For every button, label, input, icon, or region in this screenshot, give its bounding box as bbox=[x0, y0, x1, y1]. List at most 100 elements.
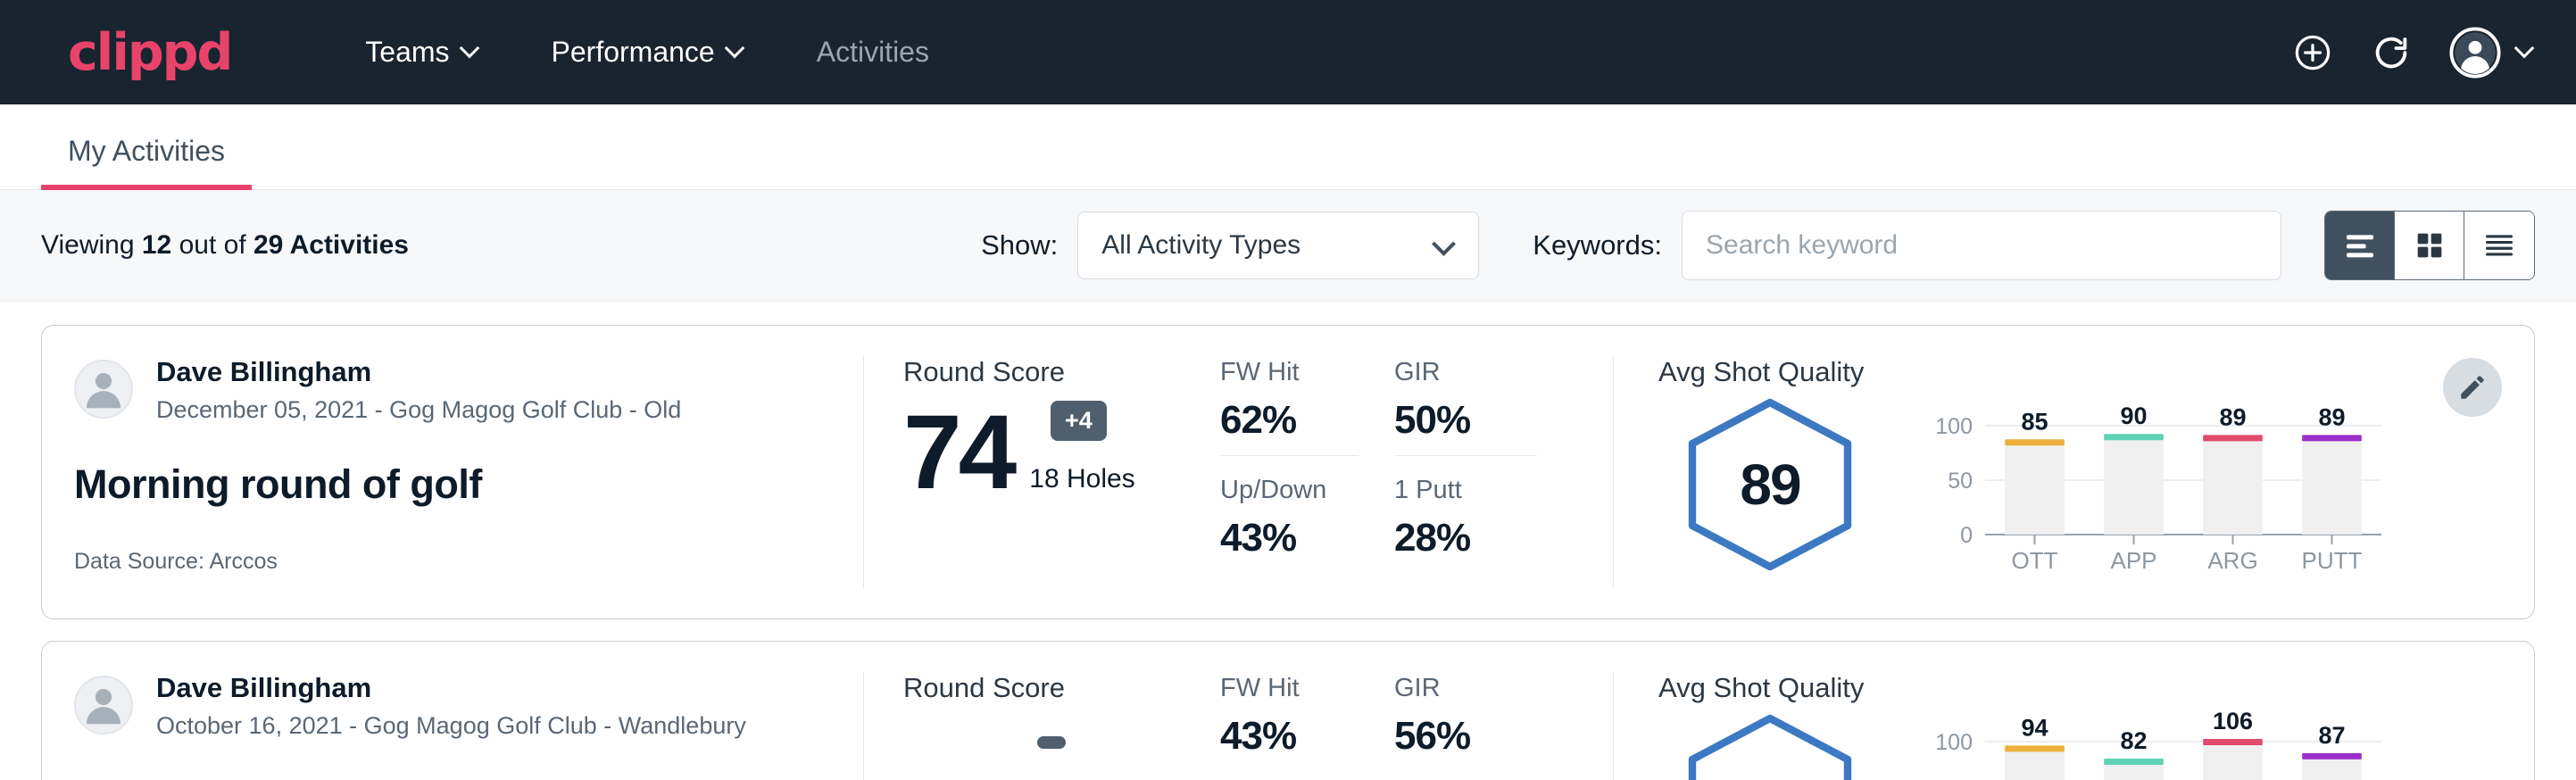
svg-text:82: 82 bbox=[2120, 727, 2147, 754]
refresh-icon[interactable] bbox=[2371, 32, 2412, 73]
user-menu[interactable] bbox=[2449, 27, 2535, 79]
svg-text:APP: APP bbox=[2110, 547, 2156, 574]
holes-played-label: 18 Holes bbox=[1029, 464, 1134, 502]
primary-nav-links: Teams Performance Activities bbox=[329, 36, 965, 69]
quality-hexagon: 89 bbox=[1676, 395, 1864, 574]
tab-my-activities-label: My Activities bbox=[68, 135, 225, 167]
tab-my-activities[interactable]: My Activities bbox=[41, 135, 252, 189]
compact-view-icon bbox=[2481, 228, 2517, 263]
page-tab-bar: My Activities bbox=[0, 104, 2576, 190]
round-score-label: Round Score bbox=[903, 672, 1220, 704]
player-header: Dave Billingham December 05, 2021 - Gog … bbox=[74, 356, 824, 424]
avg-shot-quality-label: Avg Shot Quality bbox=[1658, 356, 2534, 388]
stat-up-down-label: Up/Down bbox=[1220, 476, 1359, 505]
stat-fw-hit-label: FW Hit bbox=[1220, 674, 1359, 703]
activity-title: Morning round of golf bbox=[74, 461, 824, 508]
nav-item-performance[interactable]: Performance bbox=[516, 36, 781, 69]
stat-gir: GIR 56% bbox=[1394, 674, 1537, 771]
svg-text:90: 90 bbox=[2120, 402, 2147, 429]
keywords-label: Keywords: bbox=[1533, 229, 1662, 261]
score-to-par-badge bbox=[1037, 736, 1066, 749]
view-mode-toggle-group bbox=[2324, 211, 2535, 280]
stat-gir: GIR 50% bbox=[1394, 358, 1537, 456]
user-avatar-icon bbox=[2449, 27, 2501, 79]
stat-one-putt-label: 1 Putt bbox=[1394, 476, 1537, 505]
score-to-par-badge: +4 bbox=[1051, 401, 1107, 441]
svg-text:94: 94 bbox=[2021, 714, 2048, 741]
edit-activity-button[interactable] bbox=[2443, 358, 2502, 417]
stat-gir-value: 56% bbox=[1394, 714, 1537, 759]
search-input[interactable] bbox=[1682, 211, 2281, 280]
activity-type-select[interactable]: All Activity Types bbox=[1077, 212, 1479, 279]
round-score-value-row: 74 +4 18 Holes bbox=[903, 404, 1220, 502]
plus-circle-icon[interactable] bbox=[2292, 32, 2333, 73]
chevron-down-icon bbox=[1435, 236, 1455, 255]
filter-toolbar: Viewing 12 out of 29 Activities Show: Al… bbox=[0, 190, 2576, 302]
chevron-down-icon bbox=[727, 41, 745, 59]
activity-card[interactable]: Dave Billingham December 05, 2021 - Gog … bbox=[41, 325, 2535, 619]
viewing-count: 12 bbox=[142, 230, 171, 260]
svg-text:0: 0 bbox=[1960, 523, 1973, 548]
avatar bbox=[74, 360, 133, 419]
viewing-total: 29 Activities bbox=[253, 230, 409, 260]
stat-up-down: Up/Down 43% bbox=[1220, 476, 1359, 573]
svg-text:100: 100 bbox=[1935, 414, 1973, 439]
top-navigation-bar: clippd Teams Performance Activities bbox=[0, 0, 2576, 104]
chevron-down-icon bbox=[2517, 41, 2535, 59]
list-view-button[interactable] bbox=[2325, 212, 2395, 279]
activity-card-list: Dave Billingham December 05, 2021 - Gog … bbox=[0, 302, 2576, 780]
round-stats-grid: FW Hit 43% GIR 56% bbox=[1220, 672, 1613, 780]
round-score-label: Round Score bbox=[903, 356, 1220, 388]
data-source-label: Data Source: Arccos bbox=[74, 549, 824, 575]
list-view-icon bbox=[2342, 228, 2378, 263]
quality-hexagon-value bbox=[1676, 711, 1864, 780]
stat-fw-hit-value: 43% bbox=[1220, 714, 1359, 759]
player-header: Dave Billingham October 16, 2021 - Gog M… bbox=[74, 672, 824, 740]
avg-shot-quality-label: Avg Shot Quality bbox=[1658, 672, 2534, 704]
viewing-prefix: Viewing bbox=[41, 230, 135, 260]
stat-fw-hit: FW Hit 62% bbox=[1220, 358, 1359, 456]
nav-item-teams[interactable]: Teams bbox=[329, 36, 515, 69]
svg-text:85: 85 bbox=[2021, 408, 2048, 435]
stat-fw-hit-label: FW Hit bbox=[1220, 358, 1359, 387]
svg-text:OTT: OTT bbox=[2012, 547, 2058, 574]
round-score-section: Round Score bbox=[863, 672, 1220, 780]
grid-view-icon bbox=[2412, 228, 2447, 263]
stat-one-putt: 1 Putt 28% bbox=[1394, 476, 1537, 573]
activity-type-select-value: All Activity Types bbox=[1101, 230, 1300, 261]
user-avatar-icon bbox=[76, 676, 131, 733]
nav-item-performance-label: Performance bbox=[552, 36, 715, 69]
svg-text:ARG: ARG bbox=[2207, 547, 2257, 574]
shot-quality-bar-chart: 05010094OTT82APP106ARG87PUTT bbox=[1915, 711, 2389, 780]
nav-item-teams-label: Teams bbox=[365, 36, 449, 69]
grid-view-button[interactable] bbox=[2395, 212, 2464, 279]
viewing-middle: out of bbox=[179, 230, 246, 260]
svg-text:50: 50 bbox=[1948, 469, 1973, 494]
activity-meta: December 05, 2021 - Gog Magog Golf Club … bbox=[156, 396, 681, 424]
player-name: Dave Billingham bbox=[156, 356, 681, 388]
quality-hexagon bbox=[1676, 711, 1864, 780]
nav-item-activities[interactable]: Activities bbox=[781, 36, 965, 69]
round-score-section: Round Score 74 +4 18 Holes bbox=[863, 356, 1220, 588]
svg-text:PUTT: PUTT bbox=[2302, 547, 2363, 574]
chevron-down-icon bbox=[462, 41, 480, 59]
round-stats-grid: FW Hit 62% GIR 50% Up/Down 43% 1 Putt 28… bbox=[1220, 356, 1613, 588]
viewing-count-text: Viewing 12 out of 29 Activities bbox=[41, 230, 409, 261]
stat-fw-hit-value: 62% bbox=[1220, 398, 1359, 443]
avg-shot-quality-section: Avg Shot Quality 89 0 50 100 85 OTT 90 APP 89 AR… bbox=[1613, 356, 2534, 588]
stat-gir-label: GIR bbox=[1394, 358, 1537, 387]
round-score-value: 74 bbox=[903, 404, 1013, 502]
stat-gir-label: GIR bbox=[1394, 674, 1537, 703]
avatar bbox=[74, 676, 133, 734]
show-label: Show: bbox=[981, 229, 1058, 261]
stat-gir-value: 50% bbox=[1394, 398, 1537, 443]
compact-view-button[interactable] bbox=[2464, 212, 2534, 279]
quality-hexagon-value: 89 bbox=[1676, 395, 1864, 574]
activity-summary: Dave Billingham October 16, 2021 - Gog M… bbox=[42, 672, 863, 780]
activity-card[interactable]: Dave Billingham October 16, 2021 - Gog M… bbox=[41, 641, 2535, 780]
activity-summary: Dave Billingham December 05, 2021 - Gog … bbox=[42, 356, 863, 588]
user-avatar-icon bbox=[76, 360, 131, 417]
filter-controls: Show: All Activity Types Keywords: bbox=[981, 211, 2535, 280]
app-logo[interactable]: clippd bbox=[68, 23, 231, 82]
svg-text:89: 89 bbox=[2219, 403, 2246, 430]
